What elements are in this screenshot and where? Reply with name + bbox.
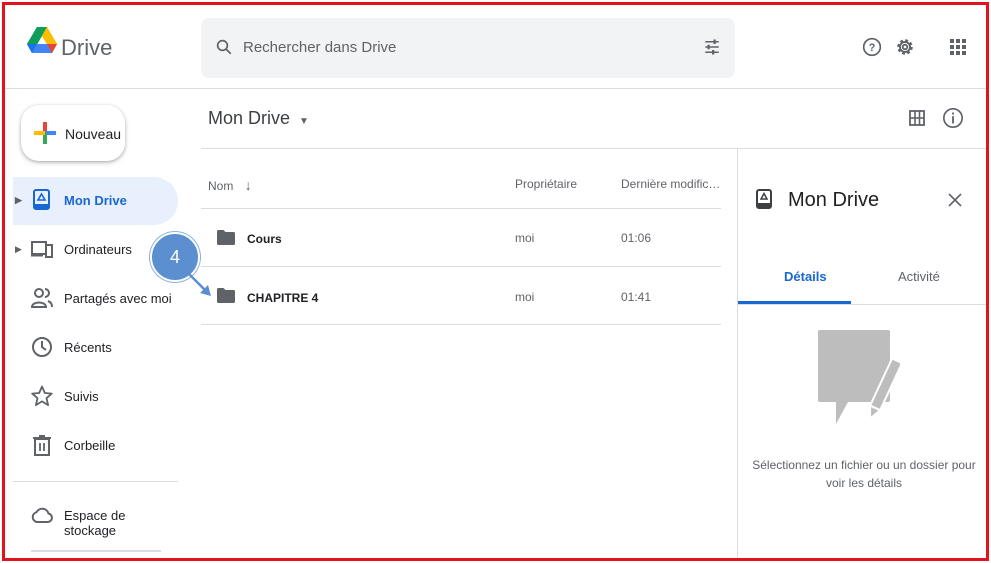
sidebar-divider [13, 481, 178, 482]
storage-progress-bar [31, 550, 161, 552]
sidebar-item-mon-drive[interactable]: ▶ Mon Drive [13, 177, 178, 225]
sidebar-item-partages[interactable]: Partagés avec moi [13, 275, 178, 323]
close-icon[interactable] [948, 193, 962, 207]
search-bar[interactable]: Rechercher dans Drive [201, 18, 735, 78]
table-row[interactable]: CHAPITRE 4 moi 01:41 [201, 267, 721, 324]
star-icon [31, 385, 53, 407]
apps-grid-icon[interactable] [950, 39, 966, 55]
file-name: CHAPITRE 4 [247, 291, 319, 305]
drive-icon [33, 189, 50, 210]
folder-icon [217, 230, 235, 245]
sidebar-item-label: Partagés avec moi [64, 291, 172, 306]
search-options-icon[interactable] [703, 38, 721, 56]
page-title[interactable]: Mon Drive ▼ [208, 108, 309, 129]
column-name-label: Nom [208, 179, 234, 193]
file-name: Cours [247, 232, 282, 246]
details-empty-message: Sélectionnez un fichier ou un dossier po… [752, 458, 976, 490]
sidebar-item-label: Espace de stockage [64, 508, 126, 538]
drive-logo-icon[interactable] [27, 27, 57, 55]
settings-icon[interactable] [894, 36, 916, 58]
tab-details[interactable]: Détails [784, 269, 827, 284]
chevron-down-icon: ▼ [299, 116, 309, 127]
file-modified: 01:41 [621, 290, 652, 304]
details-panel: Mon Drive Détails Activité Sélectionnez … [737, 149, 986, 558]
sidebar-item-recents[interactable]: Récents [13, 324, 178, 372]
folder-icon [217, 288, 235, 303]
shared-icon [31, 288, 53, 308]
app-name[interactable]: Drive [61, 35, 112, 61]
page-title-text: Mon Drive [208, 108, 291, 128]
sidebar-item-label: Ordinateurs [64, 242, 132, 257]
clock-icon [32, 337, 52, 357]
column-header-modified[interactable]: Dernière modific… [621, 177, 720, 191]
details-panel-title: Mon Drive [788, 189, 880, 211]
new-button[interactable]: Nouveau [21, 105, 125, 161]
column-header-owner[interactable]: Propriétaire [515, 177, 577, 191]
file-owner: moi [515, 231, 535, 245]
info-icon[interactable] [942, 107, 964, 129]
tabs-divider [738, 304, 986, 305]
sidebar-item-label: Corbeille [64, 438, 116, 453]
new-button-label: Nouveau [65, 126, 122, 142]
cloud-icon [31, 507, 53, 523]
grid-view-icon[interactable] [909, 110, 925, 126]
sidebar-item-label: Récents [64, 340, 112, 355]
search-icon[interactable] [215, 38, 233, 56]
expand-caret-icon[interactable]: ▶ [15, 244, 22, 255]
header-divider [5, 88, 986, 89]
computers-icon [31, 241, 53, 258]
file-modified: 01:06 [621, 231, 652, 245]
drive-icon [756, 189, 772, 209]
tab-activite[interactable]: Activité [898, 269, 940, 284]
sidebar-item-suivis[interactable]: Suivis [13, 373, 178, 421]
sidebar-item-label: Suivis [64, 389, 99, 404]
sidebar-item-label: Mon Drive [64, 193, 127, 208]
table-row[interactable]: Cours moi 01:06 [201, 209, 721, 266]
search-input[interactable]: Rechercher dans Drive [243, 39, 396, 56]
empty-details-illustration-icon [818, 330, 900, 424]
help-icon[interactable]: ? [862, 37, 882, 57]
screenshot-frame: Drive Rechercher dans Drive ? Nouveau ▶ … [2, 2, 989, 561]
expand-caret-icon[interactable]: ▶ [15, 195, 22, 206]
sidebar-item-stockage[interactable]: Espace de stockage [13, 492, 178, 540]
sort-down-arrow-icon[interactable]: ↓ [245, 177, 252, 193]
svg-text:?: ? [869, 42, 876, 54]
trash-icon [33, 435, 51, 456]
callout-arrow-icon [187, 272, 211, 296]
column-header-name[interactable]: Nom ↓ [208, 177, 252, 193]
row-divider [201, 324, 721, 325]
sidebar-item-corbeille[interactable]: Corbeille [13, 422, 178, 470]
file-owner: moi [515, 290, 535, 304]
plus-icon [34, 122, 56, 144]
